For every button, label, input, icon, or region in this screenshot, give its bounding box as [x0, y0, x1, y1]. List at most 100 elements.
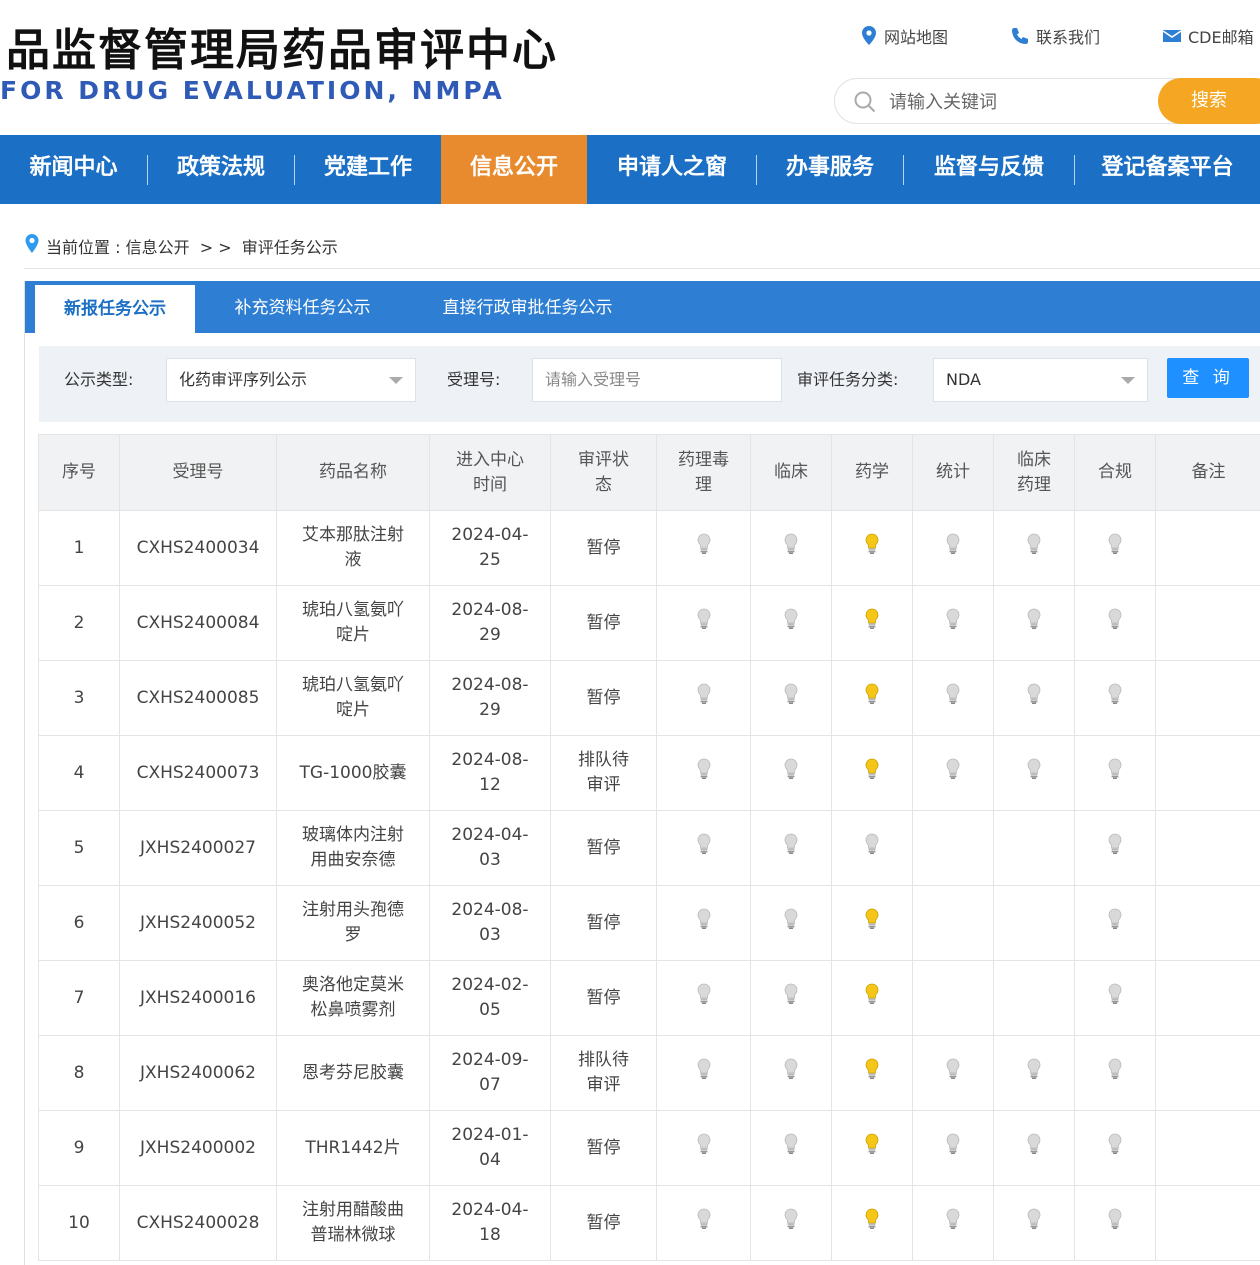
nav-item-applicant[interactable]: 申请人之窗	[588, 135, 756, 204]
lightbulb-on-icon	[865, 683, 879, 713]
nav-item-services[interactable]: 办事服务	[757, 135, 903, 204]
acceptance-no: CXHS2400085	[119, 660, 277, 736]
drug-name: TG-1000胶囊	[276, 735, 430, 811]
lightbulb-off-icon	[946, 1058, 960, 1088]
table-row[interactable]: 4 CXHS2400073 TG-1000胶囊 2024-08- 12 排队待 审评	[38, 735, 1260, 811]
review-progress-cell	[993, 960, 1075, 1036]
location-pin-icon	[24, 233, 40, 259]
search-input[interactable]	[889, 87, 1149, 117]
table-row[interactable]: 9 JXHS2400002 THR1442片 2024-01- 04 暂停	[38, 1110, 1260, 1186]
location-pin-icon	[860, 25, 878, 47]
lightbulb-off-icon	[946, 758, 960, 788]
lightbulb-off-icon	[1108, 608, 1122, 638]
review-progress-cell	[750, 735, 832, 811]
main-nav: 新闻中心 政策法规 党建工作 信息公开 申请人之窗 办事服务 监督与反馈 登记备…	[0, 135, 1260, 204]
review-progress-cell	[750, 510, 832, 586]
nav-item-supervision[interactable]: 监督与反馈	[904, 135, 1074, 204]
review-progress-cell	[750, 585, 832, 661]
table-row[interactable]: 7 JXHS2400016 奥洛他定莫米 松鼻喷雾剂 2024-02- 05 暂停	[38, 960, 1260, 1036]
review-status: 排队待 审评	[550, 735, 657, 811]
col-drug-name-header: 药品名称	[276, 434, 430, 511]
acceptance-label: 受理号:	[447, 370, 501, 389]
nav-item-info-public[interactable]: 信息公开	[441, 135, 587, 204]
review-status: 暂停	[550, 585, 657, 661]
tab-direct-approval-tasks[interactable]: 直接行政审批任务公示	[420, 281, 635, 333]
lightbulb-on-icon	[865, 608, 879, 638]
nav-item-party[interactable]: 党建工作	[295, 135, 441, 204]
table-row[interactable]: 1 CXHS2400034 艾本那肽注射液 2024-04- 25 暂停	[38, 510, 1260, 586]
table-row[interactable]: 3 CXHS2400085 琥珀八氢氨吖 啶片 2024-08- 29 暂停	[38, 660, 1260, 736]
review-progress-cell	[1074, 735, 1156, 811]
review-status: 暂停	[550, 510, 657, 586]
entry-time: 2024-04- 25	[429, 510, 551, 586]
site-title[interactable]: 品监督管理局药品审评中心	[6, 14, 558, 78]
lightbulb-off-icon	[946, 683, 960, 713]
lightbulb-off-icon	[697, 608, 711, 638]
nav-item-news[interactable]: 新闻中心	[0, 135, 147, 204]
row-number: 7	[38, 960, 120, 1036]
task-table: 序号 受理号 药品名称 进入中心 时间 审评状态药理毒理临床 药学 统计 临床 药理 合规 备注 1C…	[38, 434, 1260, 1261]
filter-bar: 公示类型: 化药审评序列公示 受理号: 请输入受理号 审评任务分类: NDA 查…	[39, 346, 1260, 422]
tab-new-tasks[interactable]: 新报任务公示	[35, 285, 195, 333]
review-progress-cell	[831, 585, 913, 661]
query-button[interactable]: 查 询	[1167, 358, 1249, 398]
table-row[interactable]: 8 JXHS2400062 恩考芬尼胶囊 2024-09- 07 排队待 审评	[38, 1035, 1260, 1111]
lightbulb-on-icon	[865, 1058, 879, 1088]
lightbulb-off-icon	[784, 533, 798, 563]
type-select[interactable]: 化药审评序列公示	[166, 358, 416, 402]
category-select[interactable]: NDA	[933, 358, 1148, 402]
table-row[interactable]: 2 CXHS2400084 琥珀八氢氨吖 啶片 2024-08- 29 暂停	[38, 585, 1260, 661]
category-label: 审评任务分类:	[797, 370, 899, 389]
acceptance-no: CXHS2400084	[119, 585, 277, 661]
review-progress-cell	[831, 660, 913, 736]
review-progress-cell	[993, 1185, 1075, 1261]
lightbulb-off-icon	[697, 533, 711, 563]
tab-supplement-tasks[interactable]: 补充资料任务公示	[215, 281, 390, 333]
lightbulb-off-icon	[865, 833, 879, 863]
lightbulb-on-icon	[865, 983, 879, 1013]
review-progress-cell	[831, 1035, 913, 1111]
review-progress-cell	[993, 660, 1075, 736]
remarks	[1155, 660, 1260, 736]
lightbulb-off-icon	[784, 1058, 798, 1088]
entry-time: 2024-08- 12	[429, 735, 551, 811]
drug-name: 艾本那肽注射液	[276, 510, 430, 586]
review-progress-cell	[912, 885, 994, 961]
review-progress-cell	[1074, 885, 1156, 961]
review-status: 暂停	[550, 885, 657, 961]
contact-link[interactable]: 联系我们	[1010, 24, 1100, 48]
mail-link[interactable]: CDE邮箱	[1162, 24, 1254, 48]
review-progress-cell	[750, 1035, 832, 1111]
site-header: 品监督管理局药品审评中心 FOR DRUG EVALUATION, NMPA 网…	[0, 0, 1260, 135]
review-progress-cell	[912, 1110, 994, 1186]
lightbulb-off-icon	[784, 1133, 798, 1163]
top-links: 网站地图 联系我们 CDE邮箱	[860, 24, 1260, 50]
lightbulb-off-icon	[946, 1208, 960, 1238]
lightbulb-off-icon	[697, 908, 711, 938]
search-button[interactable]: 搜索	[1158, 78, 1260, 124]
remarks	[1155, 1110, 1260, 1186]
remarks	[1155, 1035, 1260, 1111]
lightbulb-on-icon	[865, 1133, 879, 1163]
entry-time: 2024-08- 29	[429, 660, 551, 736]
row-number: 5	[38, 810, 120, 886]
table-row[interactable]: 10 CXHS2400028 注射用醋酸曲 普瑞林微球 2024-04- 18 暂停	[38, 1185, 1260, 1261]
col-clinical-header: 临床	[750, 434, 832, 511]
col-compliance-header: 合规	[1074, 434, 1156, 511]
nav-item-registration[interactable]: 登记备案平台	[1075, 135, 1260, 204]
table-row[interactable]: 5 JXHS2400027 玻璃体内注射 用曲安奈德 2024-04- 03 暂停	[38, 810, 1260, 886]
acceptance-input[interactable]: 请输入受理号	[532, 358, 782, 402]
review-status: 排队待 审评	[550, 1035, 657, 1111]
review-progress-cell	[750, 660, 832, 736]
lightbulb-off-icon	[1108, 908, 1122, 938]
lightbulb-off-icon	[1108, 683, 1122, 713]
review-progress-cell	[1074, 1185, 1156, 1261]
drug-name: 注射用头孢德罗	[276, 885, 430, 961]
review-progress-cell	[656, 735, 751, 811]
sitemap-link[interactable]: 网站地图	[860, 24, 948, 48]
site-subtitle: FOR DRUG EVALUATION, NMPA	[0, 76, 505, 105]
review-progress-cell	[1074, 1110, 1156, 1186]
review-progress-cell	[656, 585, 751, 661]
table-row[interactable]: 6 JXHS2400052 注射用头孢德罗 2024-08- 03 暂停	[38, 885, 1260, 961]
nav-item-policy[interactable]: 政策法规	[148, 135, 294, 204]
